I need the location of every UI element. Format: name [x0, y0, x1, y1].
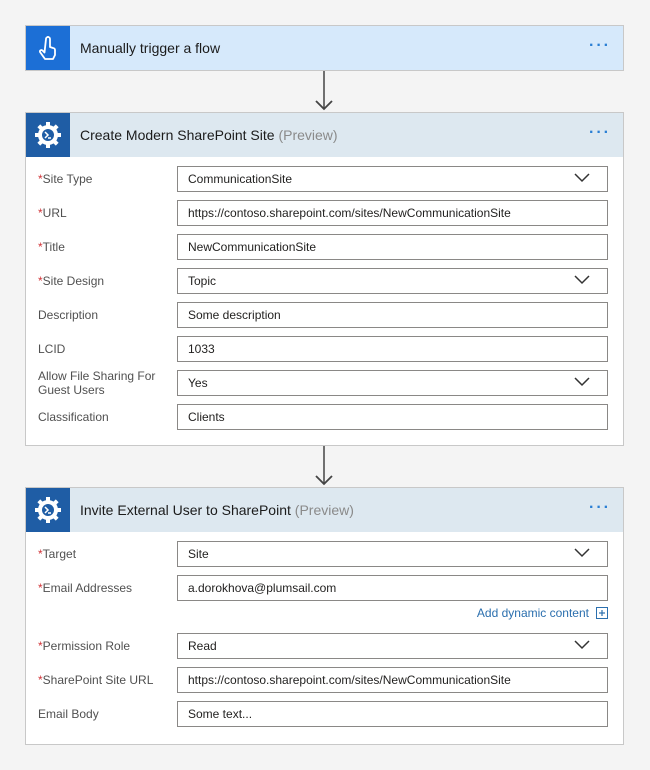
- trigger-more-button[interactable]: ···: [589, 38, 611, 54]
- title-input[interactable]: NewCommunicationSite: [177, 234, 608, 260]
- permission-role-dropdown[interactable]: Read: [177, 633, 608, 659]
- plus-icon: [596, 607, 608, 619]
- create-site-header[interactable]: Create Modern SharePoint Site (Preview) …: [26, 113, 623, 157]
- gear-terminal-icon: [26, 488, 70, 532]
- field-row-site-design: *Site Design Topic: [26, 268, 623, 294]
- add-dynamic-content-link[interactable]: Add dynamic content: [477, 606, 608, 620]
- invite-user-title-text: Invite External User to SharePoint: [80, 502, 291, 518]
- trigger-card[interactable]: Manually trigger a flow ···: [25, 25, 624, 71]
- field-row-url: *URL https://contoso.sharepoint.com/site…: [26, 200, 623, 226]
- invite-user-header[interactable]: Invite External User to SharePoint (Prev…: [26, 488, 623, 532]
- field-label: *Email Addresses: [38, 581, 133, 595]
- field-label: Allow File Sharing For Guest Users: [38, 369, 156, 397]
- preview-tag: (Preview): [294, 502, 354, 518]
- field-label: *URL: [38, 206, 67, 220]
- flow-arrow-icon: [315, 71, 333, 111]
- trigger-header[interactable]: Manually trigger a flow ···: [26, 26, 623, 70]
- chevron-down-icon: [574, 640, 590, 650]
- chevron-down-icon: [574, 173, 590, 183]
- field-row-title: *Title NewCommunicationSite: [26, 234, 623, 260]
- field-row-lcid: LCID 1033: [26, 336, 623, 362]
- invite-user-more-button[interactable]: ···: [589, 500, 611, 516]
- site-type-dropdown[interactable]: CommunicationSite: [177, 166, 608, 192]
- field-label: *Title: [38, 240, 65, 254]
- allow-file-sharing-dropdown[interactable]: Yes: [177, 370, 608, 396]
- sharepoint-site-url-input[interactable]: https://contoso.sharepoint.com/sites/New…: [177, 667, 608, 693]
- create-site-more-button[interactable]: ···: [589, 125, 611, 141]
- field-row-permission-role: *Permission Role Read: [26, 633, 623, 659]
- site-design-dropdown[interactable]: Topic: [177, 268, 608, 294]
- field-label: Classification: [38, 410, 109, 424]
- field-label: Email Body: [38, 707, 99, 721]
- chevron-down-icon: [574, 377, 590, 387]
- email-addresses-input[interactable]: a.dorokhova@plumsail.com: [177, 575, 608, 601]
- field-label: LCID: [38, 342, 66, 356]
- field-row-description: Description Some description: [26, 302, 623, 328]
- invite-user-title: Invite External User to SharePoint (Prev…: [80, 502, 354, 518]
- email-body-input[interactable]: Some text...: [177, 701, 608, 727]
- field-label: *Target: [38, 547, 77, 561]
- field-row-target: *Target Site: [26, 541, 623, 567]
- lcid-input[interactable]: 1033: [177, 336, 608, 362]
- url-input[interactable]: https://contoso.sharepoint.com/sites/New…: [177, 200, 608, 226]
- chevron-down-icon: [574, 275, 590, 285]
- field-row-sharepoint-site-url: *SharePoint Site URL https://contoso.sha…: [26, 667, 623, 693]
- create-site-title: Create Modern SharePoint Site (Preview): [80, 127, 338, 143]
- field-label: Description: [38, 308, 99, 322]
- gear-terminal-icon: [26, 113, 70, 157]
- preview-tag: (Preview): [278, 127, 338, 143]
- hand-pointer-icon: [26, 26, 70, 70]
- field-row-allow-file-sharing: Allow File Sharing For Guest Users Yes: [26, 369, 623, 397]
- create-site-card: Create Modern SharePoint Site (Preview) …: [25, 112, 624, 446]
- flow-arrow-icon: [315, 446, 333, 486]
- add-dynamic-content-label: Add dynamic content: [476, 606, 589, 620]
- field-row-classification: Classification Clients: [26, 404, 623, 430]
- target-dropdown[interactable]: Site: [177, 541, 608, 567]
- field-row-email-addresses: *Email Addresses a.dorokhova@plumsail.co…: [26, 575, 623, 601]
- create-site-title-text: Create Modern SharePoint Site: [80, 127, 275, 143]
- field-label: *Site Design: [38, 274, 105, 288]
- field-label: *Site Type: [38, 172, 93, 186]
- field-row-email-body: Email Body Some text...: [26, 701, 623, 727]
- invite-user-card: Invite External User to SharePoint (Prev…: [25, 487, 624, 745]
- field-row-site-type: *Site Type CommunicationSite: [26, 166, 623, 192]
- field-label: *SharePoint Site URL: [38, 673, 154, 687]
- description-input[interactable]: Some description: [177, 302, 608, 328]
- trigger-title: Manually trigger a flow: [80, 40, 221, 56]
- chevron-down-icon: [574, 548, 590, 558]
- classification-input[interactable]: Clients: [177, 404, 608, 430]
- field-label: *Permission Role: [38, 639, 131, 653]
